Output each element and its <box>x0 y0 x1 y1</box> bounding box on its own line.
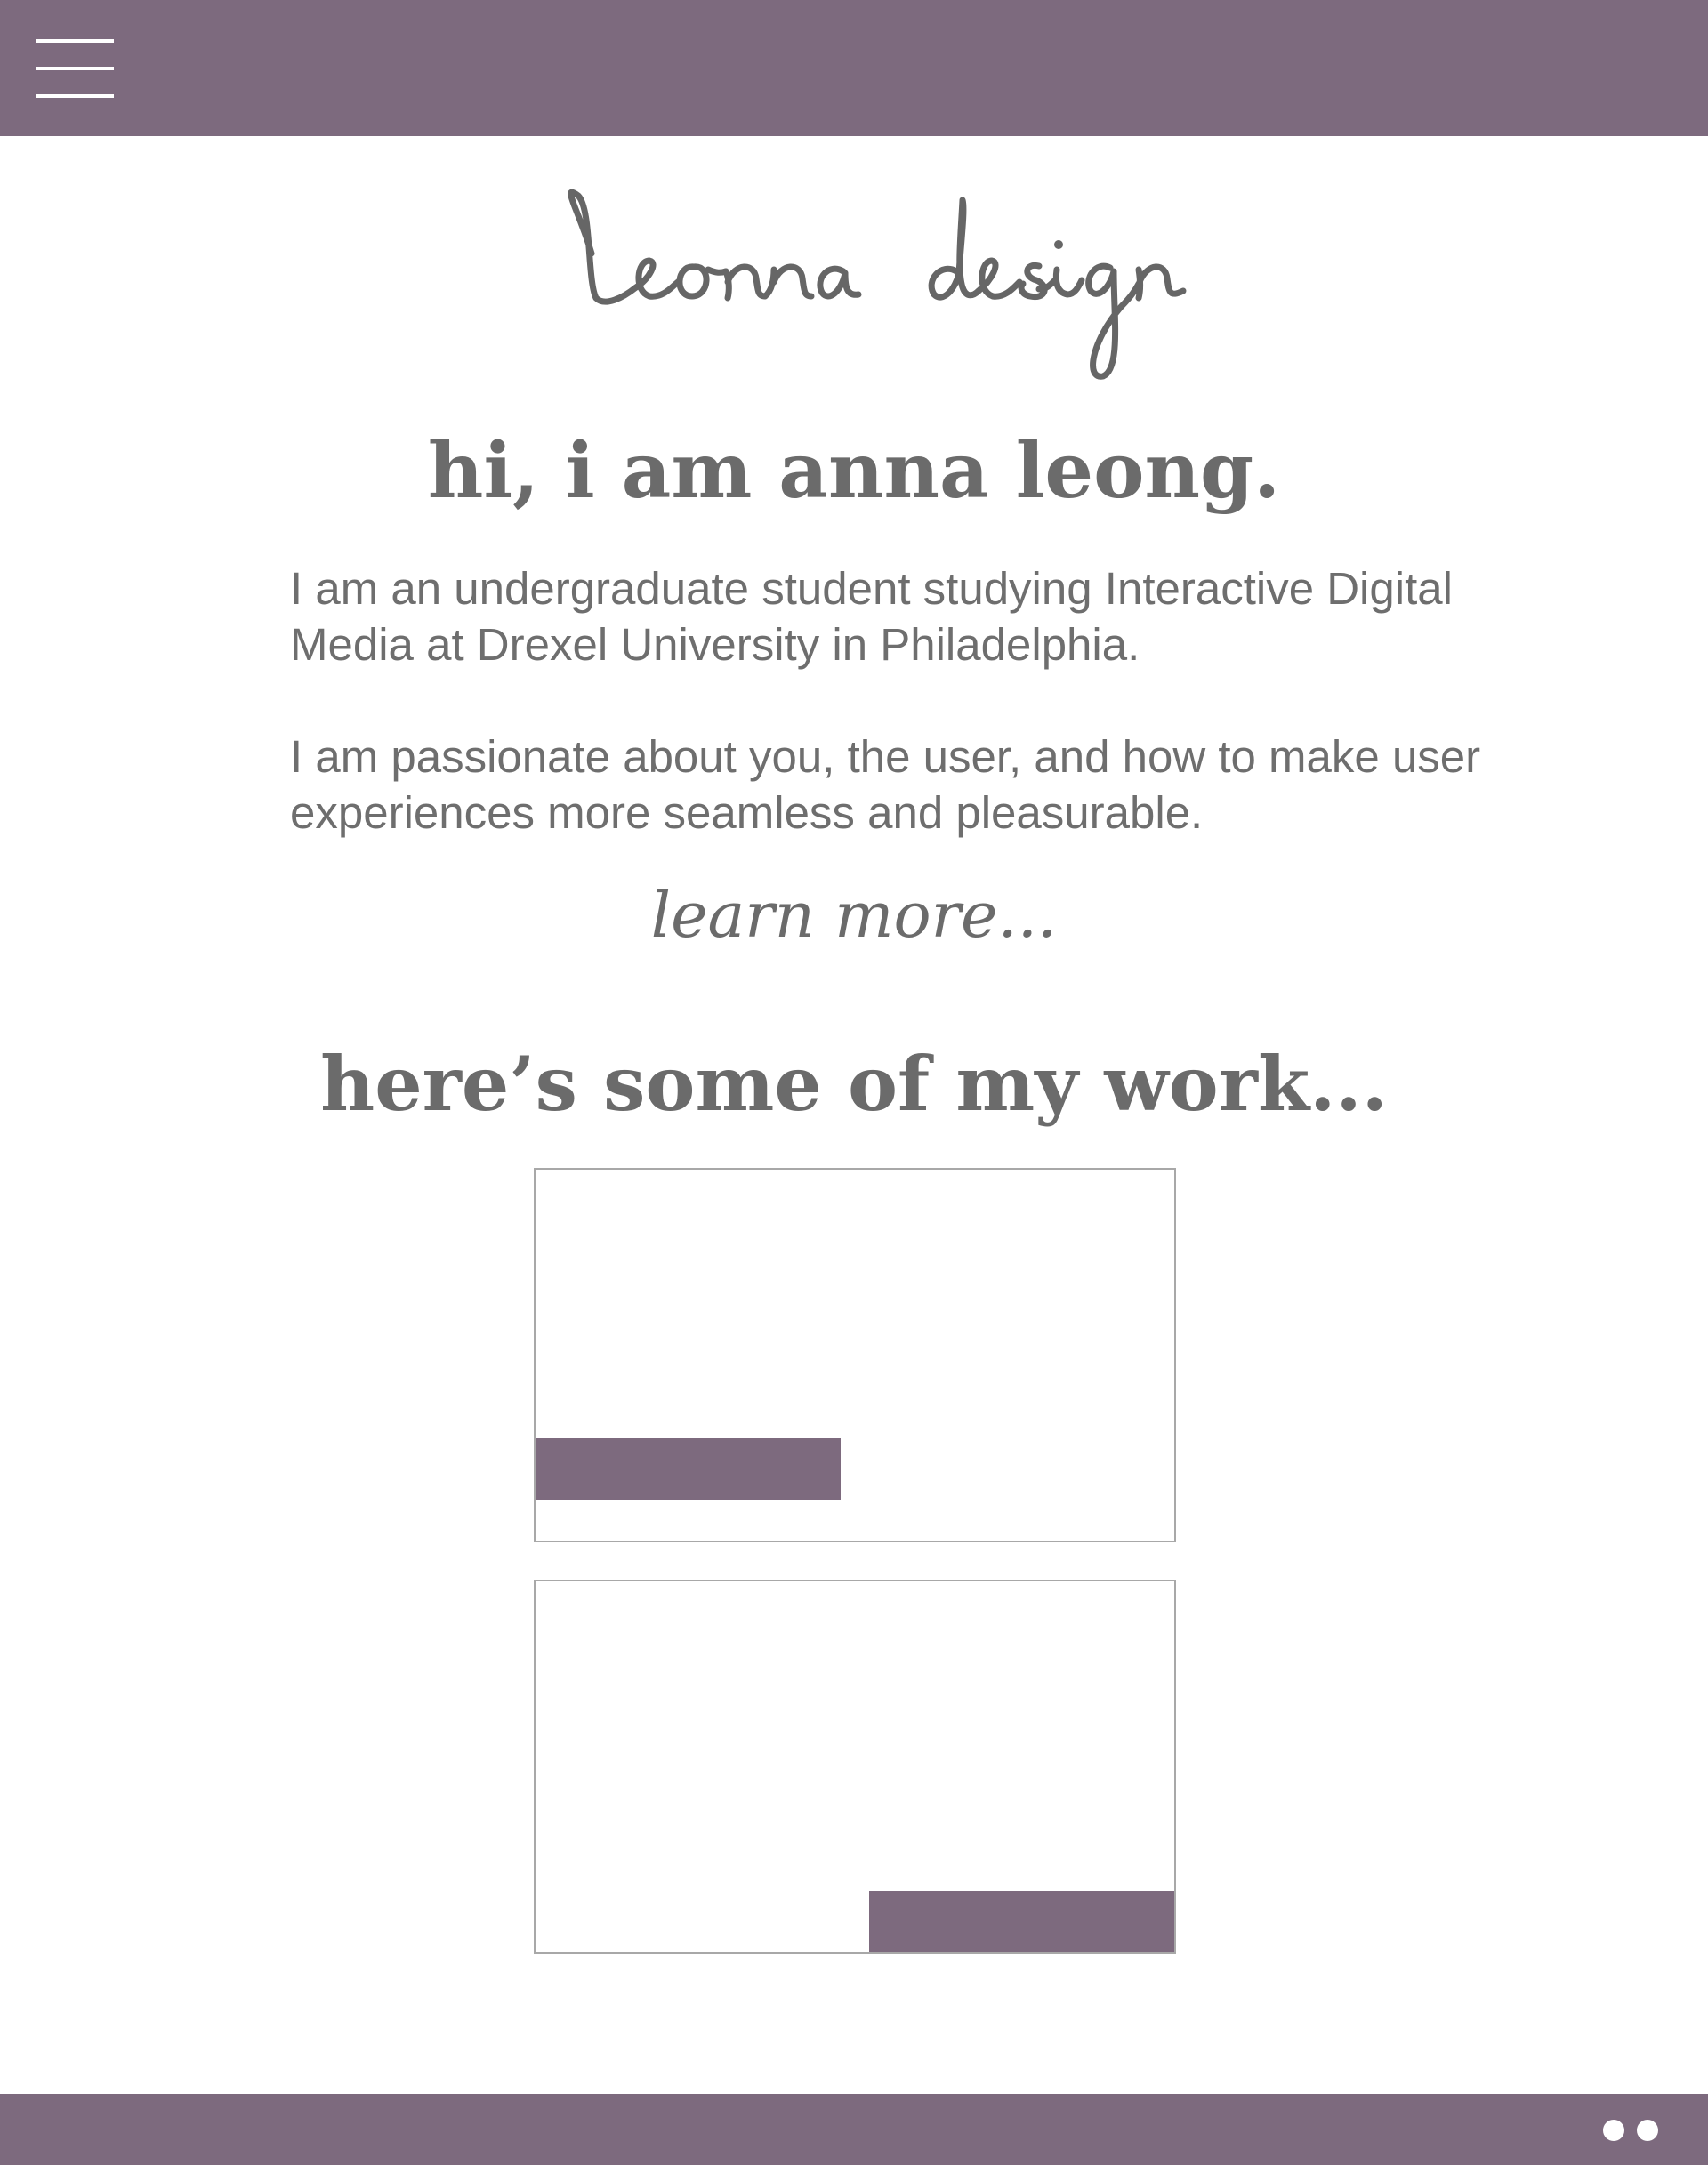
work-card-2[interactable] <box>534 1580 1176 1954</box>
logo-letter-n3 <box>1135 263 1187 302</box>
logo-letter-n2 <box>761 263 815 300</box>
work-card-label-bar <box>536 1438 841 1500</box>
learn-more-link[interactable]: learn more... <box>0 875 1708 955</box>
work-section-heading: here’s some of my work... <box>320 1040 1388 1128</box>
work-card-1[interactable] <box>534 1168 1176 1542</box>
logo-letter-e <box>632 257 681 300</box>
work-card-label-bar <box>869 1891 1174 1952</box>
logo-letter-o <box>676 263 729 300</box>
leonna-design-logo[interactable] <box>552 173 1210 396</box>
logo-letter-a <box>817 265 862 300</box>
menu-line <box>36 94 114 98</box>
logo-script-graphic <box>568 189 1187 380</box>
logo-letter-d <box>928 197 982 301</box>
logo-letter-l <box>568 189 640 305</box>
logo-letter-g <box>1085 262 1142 380</box>
bio-paragraph-passion: I am passionate about you, the user, and… <box>290 731 1481 838</box>
logo-letter-i <box>1052 266 1085 298</box>
logo-letter-n1 <box>722 263 769 302</box>
pager-dot-icon[interactable] <box>1603 2120 1624 2141</box>
bio-paragraph-education: I am an undergraduate student studying I… <box>290 563 1453 670</box>
logo-i-dot <box>1054 240 1063 249</box>
pager-dot-icon[interactable] <box>1637 2120 1658 2141</box>
menu-line <box>36 39 114 43</box>
top-nav-bar <box>0 0 1708 136</box>
hamburger-menu-icon[interactable] <box>36 39 116 98</box>
logo-letter-s <box>1018 262 1059 301</box>
intro-heading: hi, i am anna leong. <box>427 426 1281 516</box>
footer-bar <box>0 2094 1708 2165</box>
logo-letter-e2 <box>975 257 1023 300</box>
menu-line <box>36 67 114 70</box>
